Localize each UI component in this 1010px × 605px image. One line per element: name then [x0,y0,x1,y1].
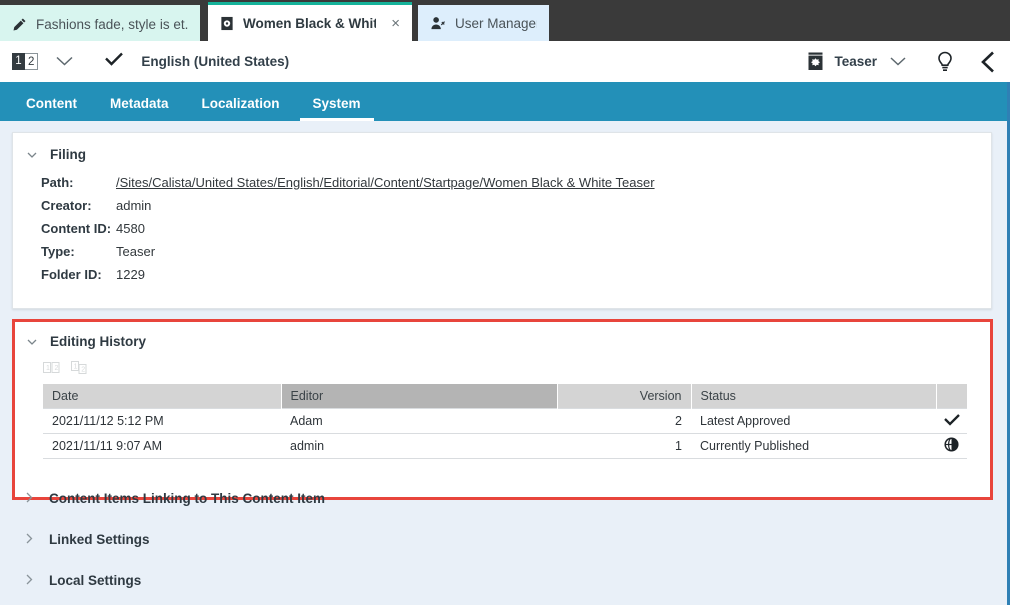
nav-item-content[interactable]: Content [13,96,90,121]
column-header-status[interactable]: Status [691,384,937,409]
chevron-down-icon[interactable] [890,53,906,71]
section-local-settings[interactable]: Local Settings [12,573,141,588]
pencil-icon [12,17,27,32]
nav-item-system[interactable]: System [299,96,374,121]
language-label[interactable]: English (United States) [141,54,289,69]
tab-user-manager[interactable]: User Manager [418,5,549,41]
system-tab-content: Filing Path: /Sites/Calista/United State… [0,121,1007,605]
field-label: Type: [41,244,75,259]
editing-history-panel: Editing History 1 2 1 2 Date Editor Vers… [12,319,993,500]
chevron-down-icon[interactable] [27,334,37,349]
application-window: Fashions fade, style is et... Women Blac… [0,0,1010,605]
chevron-down-icon[interactable] [56,53,73,71]
field-label: Folder ID: [41,267,102,282]
editing-history-title: Editing History [50,334,147,349]
cell-status: Latest Approved [691,408,936,434]
compare-versions-icon[interactable]: 1 2 [43,360,60,375]
filing-title: Filing [50,147,86,162]
cell-version: 1 [557,433,691,459]
teaser-icon [807,52,824,71]
cell-version: 2 [557,408,691,434]
lightbulb-icon[interactable] [936,51,954,73]
chevron-down-icon[interactable] [27,147,37,162]
filing-panel: Filing Path: /Sites/Calista/United State… [12,132,992,309]
field-value: admin [116,198,152,213]
field-label: Content ID: [41,221,112,236]
editing-history-table: Date Editor Version Status 2021/11/12 5:… [43,384,968,459]
field-value: Teaser [116,244,156,259]
document-toolbar: 1 2 English (United States) Teaser [0,41,1010,82]
filing-row-type: Type: Teaser [41,244,991,267]
filing-row-folder-id: Folder ID: 1229 [41,267,991,290]
tab-fashions-fade[interactable]: Fashions fade, style is et... [0,5,200,41]
field-label: Path: [41,175,74,190]
field-value[interactable]: /Sites/Calista/United States/English/Edi… [116,175,655,190]
section-label: Local Settings [49,573,142,588]
check-icon [943,413,960,429]
section-label: Linked Settings [49,532,150,547]
svg-text:2: 2 [55,365,59,372]
published-globe-icon [944,437,959,455]
column-header-date[interactable]: Date [43,384,282,409]
tab-strip: Fashions fade, style is et... Women Blac… [0,0,1010,41]
svg-text:2: 2 [81,366,85,373]
table-row[interactable]: 2021/11/11 9:07 AM admin 1 Currently Pub… [43,433,967,459]
filing-row-content-id: Content ID: 4580 [41,221,991,244]
cell-date: 2021/11/11 9:07 AM [43,433,281,459]
tab-label: Women Black & White Te... [243,15,377,31]
version-from: 1 [12,53,25,70]
section-label: Content Items Linking to This Content It… [49,491,325,506]
field-value: 4580 [116,221,145,236]
section-content-items-linking[interactable]: Content Items Linking to This Content It… [12,491,325,506]
tab-women-black-white-teaser[interactable]: Women Black & White Te... × [208,2,412,41]
content-item-icon [220,16,234,31]
editing-history-section-header[interactable]: Editing History [15,322,990,349]
nav-item-localization[interactable]: Localization [189,96,293,121]
chevron-left-icon[interactable] [980,51,996,73]
version-to: 2 [25,53,39,70]
toolbar-right-group: Teaser [807,51,1010,73]
field-label: Creator: [41,198,92,213]
field-value: 1229 [116,267,145,282]
cell-state-icon [936,433,967,459]
cell-status: Currently Published [691,433,936,459]
svg-text:1: 1 [46,365,50,372]
svg-text:1: 1 [74,363,78,370]
chevron-right-icon[interactable] [26,573,33,588]
chevron-right-icon[interactable] [26,491,33,506]
chevron-right-icon[interactable] [26,532,33,547]
cell-editor: Adam [281,408,557,434]
tab-label: User Manager [455,15,537,31]
cell-state-icon [936,408,967,434]
version-range-indicator[interactable]: 1 2 [12,53,39,70]
content-type-label: Teaser [834,54,877,69]
cell-editor: admin [281,433,557,459]
nav-item-metadata[interactable]: Metadata [97,96,182,121]
editing-history-toolbar: 1 2 1 2 [43,360,990,375]
path-link[interactable]: /Sites/Calista/United States/English/Edi… [116,175,655,190]
section-navigation: Content Metadata Localization System [0,82,1010,121]
column-header-state[interactable] [936,384,968,409]
table-row[interactable]: 2021/11/12 5:12 PM Adam 2 Latest Approve… [43,408,967,434]
filing-row-creator: Creator: admin [41,198,991,221]
filing-field-list: Path: /Sites/Calista/United States/Engli… [41,175,991,290]
cell-date: 2021/11/12 5:12 PM [43,408,281,434]
column-header-version[interactable]: Version [557,384,692,409]
filing-section-header[interactable]: Filing [27,147,991,162]
approval-check-icon[interactable] [105,52,124,71]
tab-label: Fashions fade, style is et... [36,17,188,32]
table-header-row: Date Editor Version Status [43,384,968,409]
column-header-editor[interactable]: Editor [281,384,558,409]
section-linked-settings[interactable]: Linked Settings [12,532,150,547]
close-icon[interactable]: × [385,16,400,31]
user-manager-icon [430,16,446,31]
filing-row-path: Path: /Sites/Calista/United States/Engli… [41,175,991,198]
compare-with-current-icon[interactable]: 1 2 [71,360,88,375]
